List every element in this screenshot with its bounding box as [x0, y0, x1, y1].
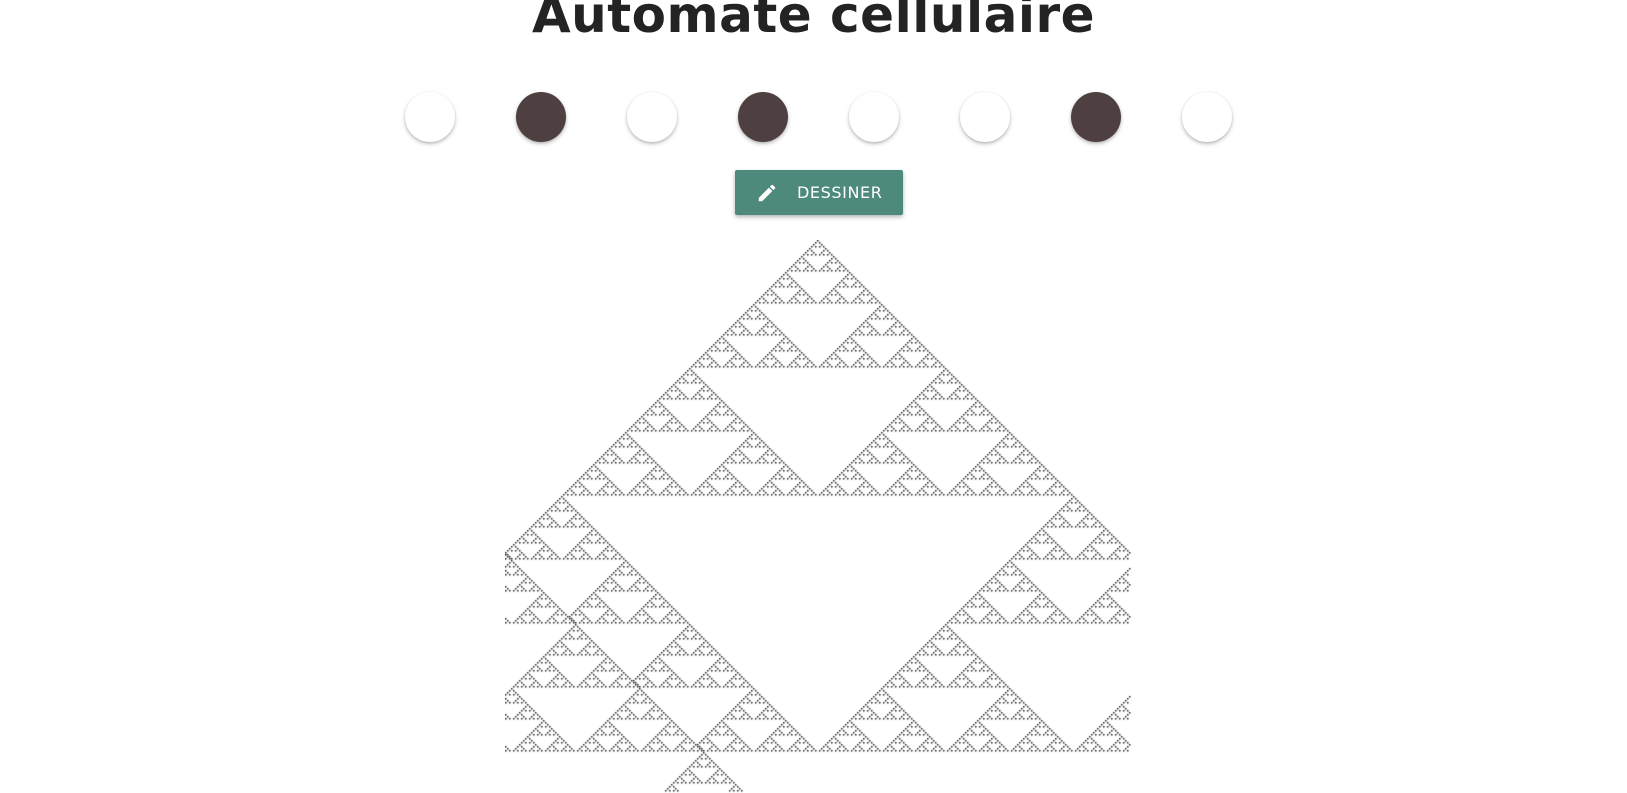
pencil-icon	[755, 181, 779, 205]
automaton-pattern	[505, 240, 1132, 793]
draw-button-label: DESSINER	[797, 183, 883, 202]
page: Automate cellulaire DESSINER	[0, 0, 1627, 793]
draw-button[interactable]: DESSINER	[735, 170, 903, 215]
rule-toggle-4[interactable]	[738, 92, 788, 142]
page-title: Automate cellulaire	[531, 0, 1096, 44]
rule-toggle-6[interactable]	[960, 92, 1010, 142]
automaton-canvas	[505, 240, 1132, 793]
rule-toggle-8[interactable]	[1182, 92, 1232, 142]
rule-selector	[0, 92, 1627, 152]
rule-toggle-7[interactable]	[1071, 92, 1121, 142]
rule-toggle-1[interactable]	[405, 92, 455, 142]
rule-toggle-3[interactable]	[627, 92, 677, 142]
rule-toggle-2[interactable]	[516, 92, 566, 142]
rule-toggle-5[interactable]	[849, 92, 899, 142]
